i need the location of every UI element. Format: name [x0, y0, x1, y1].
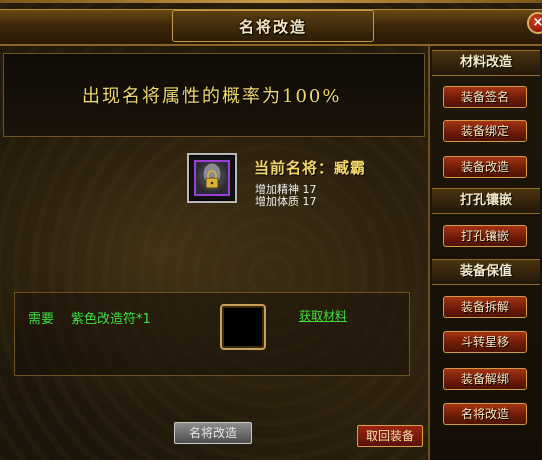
general-reform-side-button[interactable]: 名将改造: [443, 403, 527, 425]
probability-text: 出现名将属性的概率为100%: [82, 86, 342, 107]
socket-inlay-button[interactable]: 打孔镶嵌: [443, 225, 527, 247]
probability-box: 出现名将属性的概率为100%: [3, 53, 425, 137]
general-item-slot[interactable]: [187, 153, 237, 203]
equip-unbind-button[interactable]: 装备解绑: [443, 368, 527, 390]
equip-bind-button[interactable]: 装备绑定: [443, 120, 527, 142]
get-materials-link[interactable]: 获取材料: [299, 307, 347, 324]
close-button[interactable]: ×: [527, 12, 542, 34]
requirement-item: 紫色改造符*1: [71, 312, 151, 327]
retrieve-equipment-button[interactable]: 取回装备: [357, 425, 423, 447]
current-general-name: 当前名将：臧霸: [254, 159, 367, 177]
requirement-label: 需要: [28, 312, 55, 327]
section-material-reform: 材料改造: [432, 50, 540, 76]
general-stat-constitution: 增加体质 17: [255, 195, 317, 208]
star-transfer-button[interactable]: 斗转星移: [443, 331, 527, 353]
window-title: 名将改造: [238, 17, 307, 36]
reform-general-button[interactable]: 名将改造: [174, 422, 252, 444]
top-border: [0, 0, 542, 3]
main-panel: 出现名将属性的概率为100% 当前名将：臧霸 增加精神 17 增加体质 17 需…: [0, 46, 430, 460]
section-socket-inlay: 打孔镶嵌: [432, 188, 540, 214]
equip-disassemble-button[interactable]: 装备拆解: [443, 296, 527, 318]
section-equip-preserve: 装备保值: [432, 259, 540, 285]
reform-window: 名将改造 × 出现名将属性的概率为100% 当前名将：臧霸 增加精神 17 增加…: [0, 0, 542, 460]
side-menu: 材料改造 装备签名 装备绑定 装备改造 打孔镶嵌 打孔镶嵌 装备保值 装备拆解 …: [430, 46, 542, 460]
material-slot[interactable]: [220, 304, 266, 350]
requirement-box: 需要 紫色改造符*1 获取材料: [14, 292, 410, 376]
equip-sign-button[interactable]: 装备签名: [443, 86, 527, 108]
lock-icon: [202, 162, 222, 189]
equip-reform-button[interactable]: 装备改造: [443, 156, 527, 178]
title-plaque: 名将改造: [172, 10, 374, 42]
